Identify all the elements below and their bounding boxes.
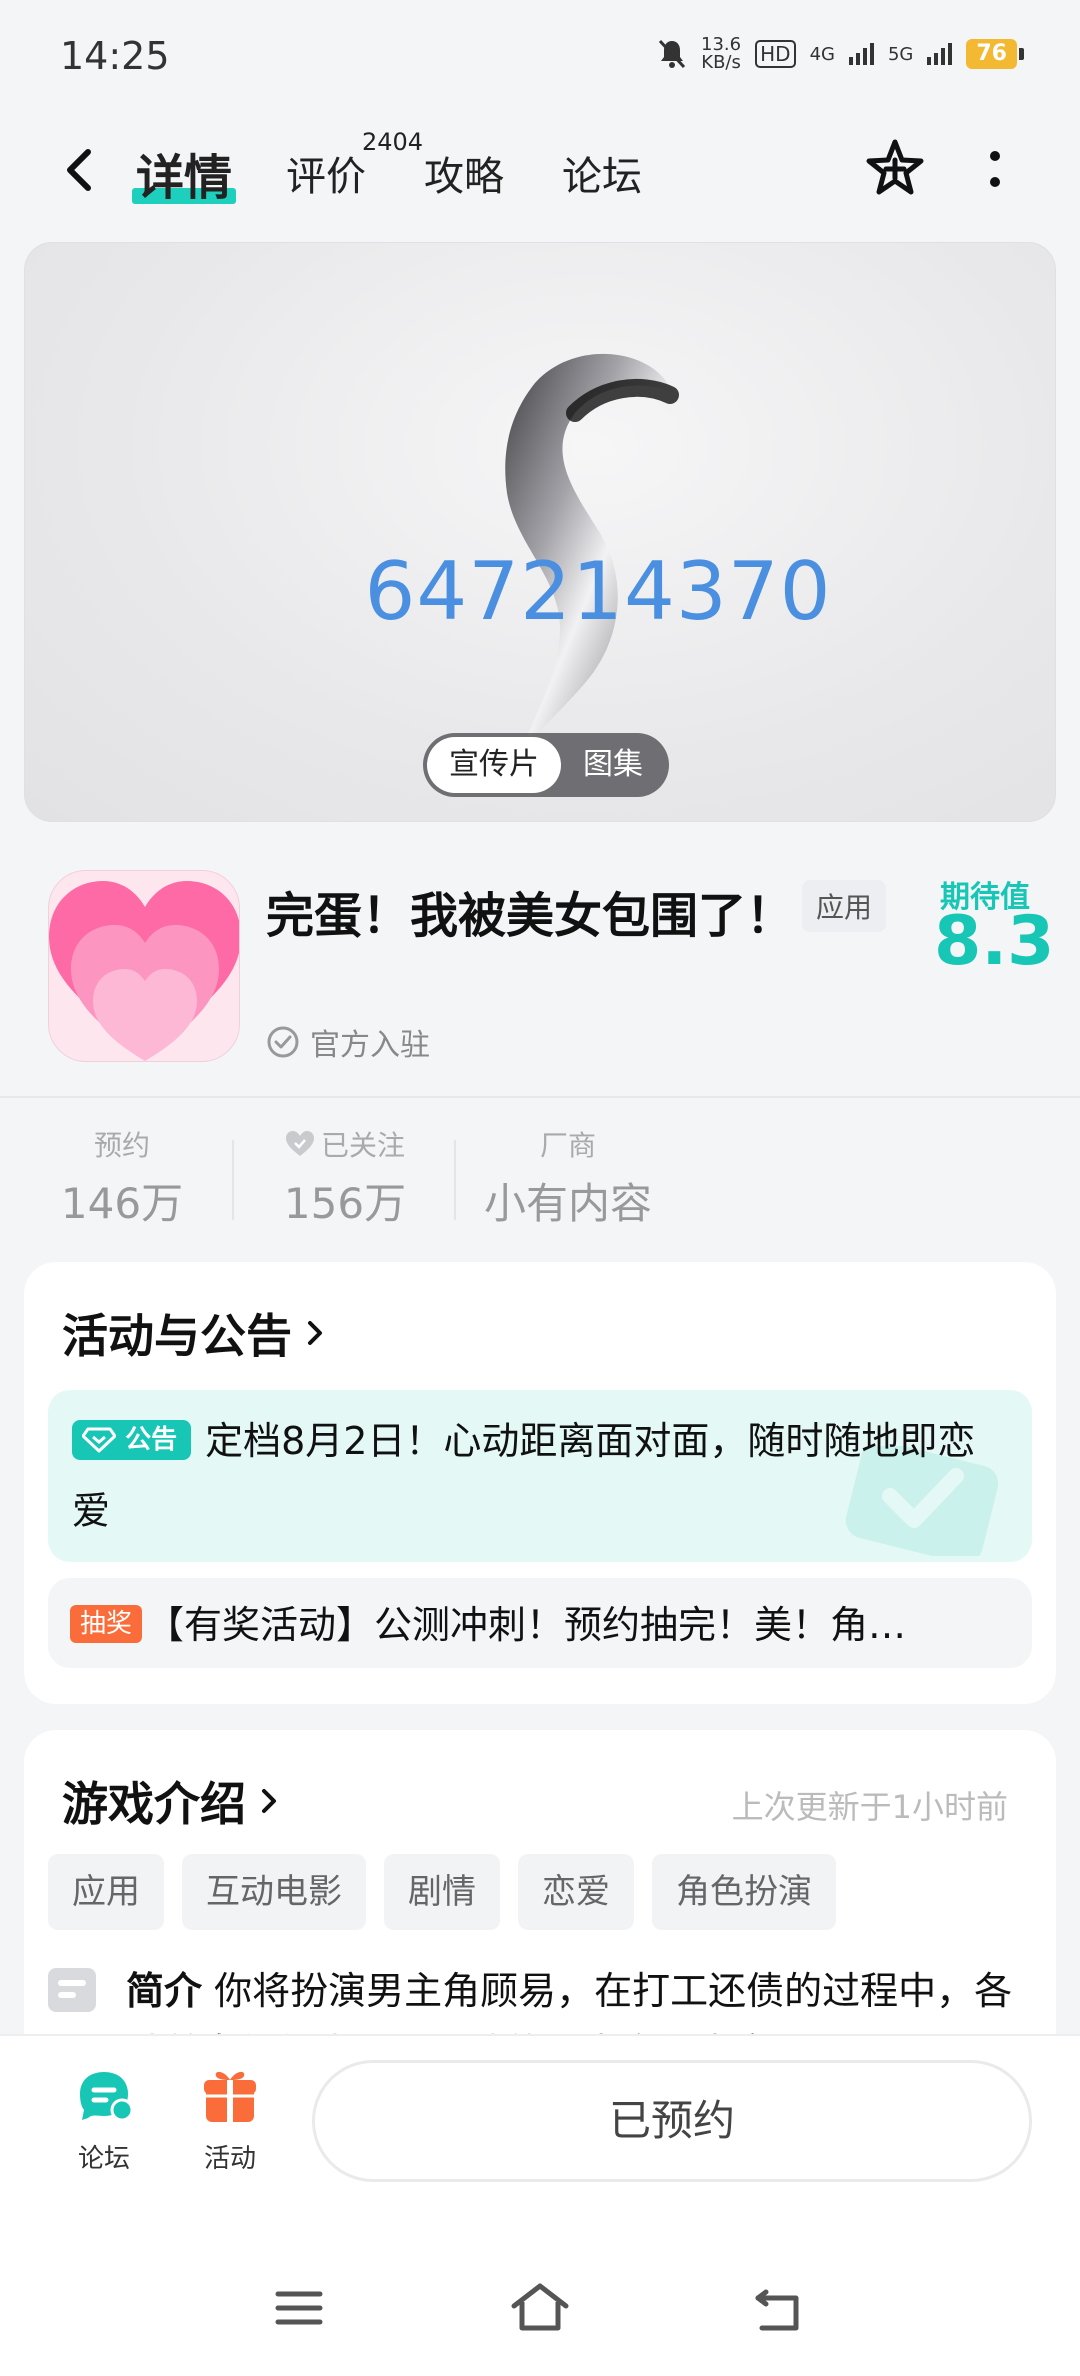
app-type-badge: 应用 bbox=[802, 880, 887, 932]
synopsis-label: 简介 bbox=[126, 1969, 203, 2013]
net-5g-label: 5G bbox=[887, 43, 914, 65]
stat-label: 预约 bbox=[93, 1129, 150, 1162]
activities-card: 活动与公告 公告 定档8月2日！心动距离面对面，随时随地即恋爱 抽奖 【有奖活动】… bbox=[24, 1262, 1056, 1704]
mute-bell-icon bbox=[658, 39, 686, 69]
announcement-text: 定档8月2日！心动距离面对面，随时随地即恋爱 bbox=[72, 1419, 976, 1533]
divider bbox=[232, 1140, 234, 1220]
tab-promo-video[interactable]: 宣传片 bbox=[427, 737, 561, 793]
activity-label: 活动 bbox=[203, 2144, 256, 2174]
verified-check-icon bbox=[267, 1026, 299, 1058]
gift-icon bbox=[204, 2071, 256, 2122]
forum-button[interactable]: 论坛 bbox=[54, 2064, 154, 2175]
divider bbox=[0, 1096, 1080, 1098]
app-icon bbox=[48, 870, 240, 1062]
menu-icon[interactable] bbox=[272, 2286, 326, 2330]
signal-4g-icon bbox=[848, 43, 874, 65]
home-icon[interactable] bbox=[508, 2280, 572, 2334]
back-arrow-icon[interactable] bbox=[52, 142, 108, 198]
stat-value: 156万 bbox=[283, 1179, 407, 1228]
official-label: 官方入驻 bbox=[310, 1028, 430, 1063]
back-nav-icon[interactable] bbox=[752, 2286, 806, 2334]
genre-tag[interactable]: 剧情 bbox=[384, 1854, 500, 1930]
genre-tags: 应用 互动电影 剧情 恋爱 角色扮演 bbox=[48, 1854, 836, 1930]
divider bbox=[454, 1140, 456, 1220]
status-icons: 13.6 KB/s HD 4G 5G 76 bbox=[657, 36, 1024, 72]
lottery-item[interactable]: 抽奖 【有奖活动】公测冲刺！预约抽完！美！角… bbox=[48, 1578, 1032, 1668]
forum-label: 论坛 bbox=[77, 2144, 130, 2174]
activities-title[interactable]: 活动与公告 bbox=[62, 1300, 328, 1366]
stat-publisher[interactable]: 厂商 小有内容 bbox=[480, 1124, 656, 1231]
lottery-text: 【有奖活动】公测冲刺！预约抽完！美！角… bbox=[146, 1603, 907, 1647]
lottery-tag: 抽奖 bbox=[70, 1605, 143, 1643]
tab-reviews[interactable]: 评价 bbox=[286, 144, 366, 202]
more-options-icon[interactable] bbox=[980, 146, 1010, 196]
banner-overlay-number: 647214370 bbox=[364, 545, 832, 638]
media-banner[interactable]: 647214370 宣传片 图集 bbox=[24, 242, 1056, 822]
tab-guides[interactable]: 攻略 bbox=[424, 144, 504, 202]
heart-logo-icon bbox=[49, 881, 239, 1061]
reserved-button[interactable]: 已预约 bbox=[312, 2060, 1032, 2182]
chevron-right-icon bbox=[262, 1789, 276, 1813]
tab-gallery[interactable]: 图集 bbox=[561, 737, 665, 793]
expectation-score: 8.3 bbox=[934, 902, 1055, 981]
tab-forum[interactable]: 论坛 bbox=[562, 144, 642, 202]
heart-icon bbox=[285, 1131, 314, 1156]
genre-tag[interactable]: 应用 bbox=[48, 1854, 164, 1930]
diamond-icon bbox=[81, 1427, 117, 1453]
media-switch: 宣传片 图集 bbox=[423, 733, 669, 797]
favorite-star-icon[interactable] bbox=[862, 136, 928, 202]
last-updated: 上次更新于1小时前 bbox=[731, 1788, 1008, 1826]
stat-value: 146万 bbox=[60, 1179, 184, 1228]
forum-chat-icon bbox=[80, 2072, 134, 2122]
net-4g-label: 4G bbox=[809, 43, 835, 65]
app-title: 完蛋！我被美女包围了！ bbox=[266, 888, 795, 944]
bottom-action-bar: 论坛 活动 已预约 bbox=[0, 2034, 1080, 2376]
battery-level: 76 bbox=[966, 39, 1017, 69]
stat-reservations: 预约 146万 bbox=[60, 1124, 184, 1231]
official-badge: 官方入驻 bbox=[266, 1020, 430, 1064]
hd-badge: HD bbox=[755, 40, 796, 68]
chevron-right-icon bbox=[308, 1321, 322, 1345]
net-speed: 13.6 KB/s bbox=[701, 34, 742, 73]
game-intro-title[interactable]: 游戏介绍 bbox=[62, 1768, 282, 1834]
genre-tag[interactable]: 恋爱 bbox=[518, 1854, 634, 1930]
activity-button[interactable]: 活动 bbox=[180, 2064, 280, 2175]
status-time: 14:25 bbox=[60, 34, 170, 78]
stat-followers[interactable]: 已关注 156万 bbox=[272, 1124, 418, 1231]
genre-tag[interactable]: 互动电影 bbox=[182, 1854, 366, 1930]
document-icon bbox=[48, 1968, 96, 2012]
review-count: 2404 bbox=[362, 128, 424, 156]
stat-value: 小有内容 bbox=[483, 1179, 652, 1228]
signal-5g-icon bbox=[927, 43, 953, 65]
announcement-tag: 公告 bbox=[72, 1420, 192, 1460]
stat-label: 厂商 bbox=[539, 1129, 596, 1162]
battery-icon: 76 bbox=[966, 39, 1024, 69]
stat-label: 已关注 bbox=[320, 1129, 405, 1162]
top-nav: 详情 评价 2404 攻略 论坛 bbox=[0, 120, 1080, 220]
announcement-item[interactable]: 公告 定档8月2日！心动距离面对面，随时随地即恋爱 bbox=[48, 1390, 1032, 1562]
genre-tag[interactable]: 角色扮演 bbox=[652, 1854, 836, 1930]
status-bar: 14:25 13.6 KB/s HD 4G 5G 76 bbox=[0, 0, 1080, 110]
tab-detail[interactable]: 详情 bbox=[132, 138, 237, 208]
